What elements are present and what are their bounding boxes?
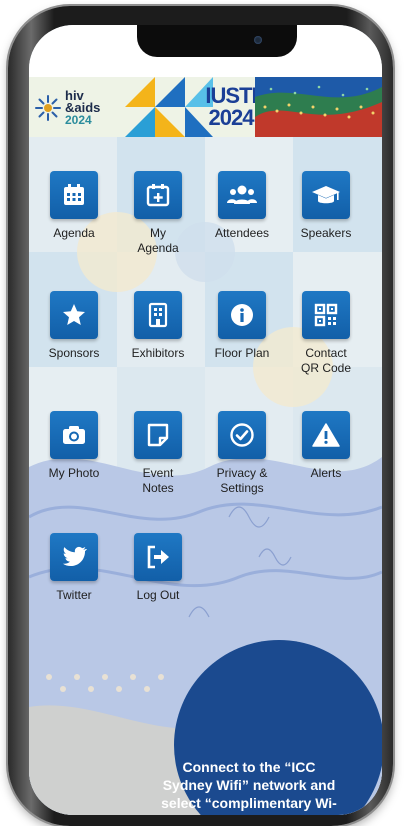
warning-icon xyxy=(312,423,340,447)
camera-icon xyxy=(63,426,85,444)
front-camera-icon xyxy=(254,36,262,44)
tile-sponsors[interactable]: Sponsors xyxy=(33,291,115,361)
wifi-notice-line1: Connect to the “ICC xyxy=(182,759,316,775)
tile-label: Contact QR Code xyxy=(300,346,352,375)
event-banner: hiv &aids 2024 IUSTI 2024 xyxy=(29,77,382,137)
tile-contact-qr[interactable]: Contact QR Code xyxy=(285,291,367,376)
wifi-notice-line3: select “complimentary Wi- xyxy=(161,795,337,811)
tile-label: Attendees xyxy=(214,226,270,240)
iusti-2024-logo: IUSTI 2024 xyxy=(205,83,257,131)
calendar-plus-icon xyxy=(146,184,170,207)
calendar-grid-icon xyxy=(64,184,84,205)
tile-label: Alerts xyxy=(310,466,342,480)
sticky-note-icon xyxy=(147,423,169,447)
tile-agenda[interactable]: Agenda xyxy=(33,171,115,241)
tile-label: Agenda xyxy=(53,226,95,240)
building-icon xyxy=(148,302,168,328)
tile-label: My Photo xyxy=(48,466,100,480)
tile-alerts[interactable]: Alerts xyxy=(285,411,367,481)
wifi-notice-line2: Sydney Wifi” network and xyxy=(162,777,336,793)
check-circle-icon xyxy=(230,423,254,447)
banner-pattern-geometric xyxy=(125,77,213,137)
menu-grid: Agenda My Agenda Attendees Speakers Spon… xyxy=(29,137,382,737)
tile-floor-plan[interactable]: Floor Plan xyxy=(201,291,283,361)
qr-code-icon xyxy=(314,303,338,327)
tile-label: Sponsors xyxy=(48,346,100,360)
tile-label: Floor Plan xyxy=(214,346,270,360)
iusti-logo-year: 2024 xyxy=(208,105,255,130)
tile-label: Twitter xyxy=(56,588,92,602)
tile-twitter[interactable]: Twitter xyxy=(33,533,115,603)
tile-my-photo[interactable]: My Photo xyxy=(33,411,115,481)
hiv-aids-2024-logo: hiv &aids 2024 xyxy=(29,83,121,133)
twitter-bird-icon xyxy=(62,546,87,566)
logout-icon xyxy=(147,545,169,569)
tile-my-agenda[interactable]: My Agenda xyxy=(117,171,199,256)
sunburst-icon xyxy=(35,95,61,121)
tile-speakers[interactable]: Speakers xyxy=(285,171,367,241)
info-icon xyxy=(231,304,253,326)
tile-attendees[interactable]: Attendees xyxy=(201,171,283,241)
tile-event-notes[interactable]: Event Notes xyxy=(117,411,199,496)
wifi-notice-text: Connect to the “ICC Sydney Wifi” network… xyxy=(129,758,369,812)
phone-notch xyxy=(137,25,297,57)
tile-label: Speakers xyxy=(300,226,352,240)
tile-label: Exhibitors xyxy=(131,346,185,360)
people-group-icon xyxy=(227,185,257,204)
tile-label: Event Notes xyxy=(142,466,174,495)
iusti-logo-line1: IUSTI xyxy=(205,83,257,108)
tile-label: Privacy & Settings xyxy=(216,466,268,495)
star-icon xyxy=(63,304,85,325)
tile-label: My Agenda xyxy=(137,226,179,255)
graduation-cap-icon xyxy=(312,186,340,204)
hiv-logo-year: 2024 xyxy=(65,113,92,127)
banner-pattern-dotted xyxy=(255,77,382,137)
tile-exhibitors[interactable]: Exhibitors xyxy=(117,291,199,361)
tile-log-out[interactable]: Log Out xyxy=(117,533,199,603)
tile-label: Log Out xyxy=(136,588,180,602)
app-screen: hiv &aids 2024 IUSTI 2024 Agenda My Agen… xyxy=(29,25,382,815)
tile-privacy-settings[interactable]: Privacy & Settings xyxy=(201,411,283,496)
